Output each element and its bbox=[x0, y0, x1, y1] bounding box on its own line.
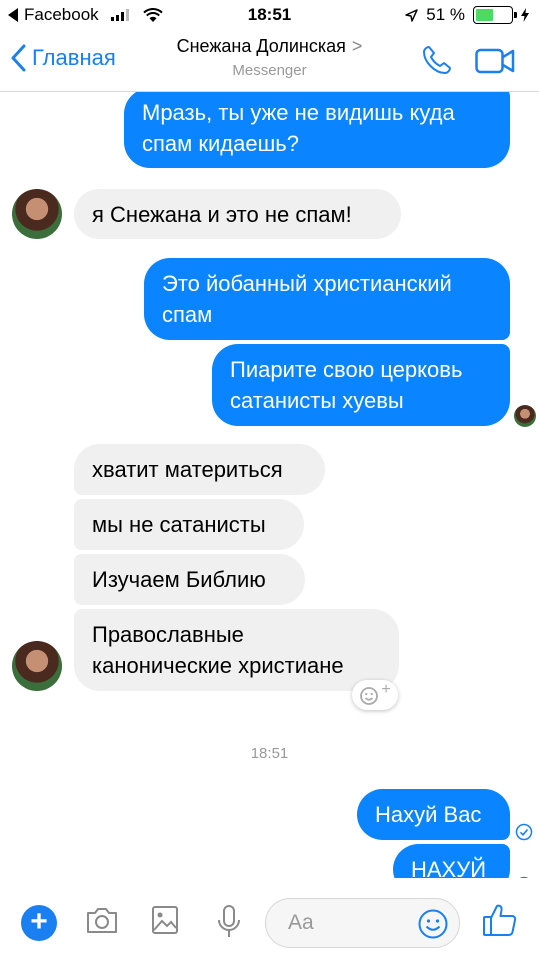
chevron-right-icon: > bbox=[351, 36, 363, 56]
message-line: Мразь, ты уже не видишь куда bbox=[142, 100, 455, 125]
message-incoming[interactable]: Изучаем Библию bbox=[74, 554, 305, 605]
message-line: Нахуй Вас bbox=[375, 802, 482, 827]
message-line: хватит материться bbox=[92, 457, 283, 482]
conversation-timestamp: 18:51 bbox=[250, 745, 289, 762]
add-reaction-icon bbox=[360, 687, 379, 705]
message-outgoing[interactable]: Мразь, ты уже не видишь куда спам кидаеш… bbox=[124, 92, 510, 168]
emoji-icon[interactable] bbox=[417, 908, 449, 940]
add-reaction-plus: + bbox=[381, 681, 391, 698]
message-line: Изучаем Библию bbox=[92, 567, 266, 592]
message-line: Это йобанный христианский bbox=[162, 271, 452, 296]
location-arrow-icon bbox=[405, 8, 418, 22]
message-outgoing[interactable]: НАХУЙ bbox=[393, 844, 510, 878]
message-input[interactable]: Aa bbox=[265, 898, 460, 948]
message-line: НАХУЙ bbox=[411, 857, 487, 878]
contact-name-button[interactable]: Снежана Долинская > bbox=[0, 36, 539, 57]
message-incoming[interactable]: хватит материться bbox=[74, 444, 325, 495]
contact-avatar[interactable] bbox=[12, 189, 62, 239]
message-input-placeholder: Aa bbox=[288, 911, 314, 934]
status-bar: Facebook 18:51 51 % bbox=[0, 0, 539, 30]
message-line: Православные bbox=[92, 622, 244, 647]
message-outgoing[interactable]: Это йобанный христианский спам bbox=[144, 258, 510, 340]
contact-name[interactable]: Снежана Долинская bbox=[177, 36, 346, 56]
message-incoming[interactable]: Православные канонические христиане bbox=[74, 609, 399, 691]
plus-icon[interactable]: + bbox=[21, 905, 57, 941]
message-line: канонические христиане bbox=[92, 653, 344, 678]
message-outgoing[interactable]: Пиарите свою церковь сатанисты хуевы bbox=[212, 344, 510, 426]
video-camera-icon[interactable] bbox=[475, 48, 515, 74]
battery-percent: 51 % bbox=[426, 5, 465, 24]
conversation-header: Главная Снежана Долинская > Messenger bbox=[0, 30, 539, 92]
battery-icon bbox=[473, 6, 517, 24]
image-icon[interactable] bbox=[151, 905, 179, 935]
message-list[interactable]: Мразь, ты уже не видишь куда спам кидаеш… bbox=[0, 92, 539, 878]
message-line: я Снежана и это не спам! bbox=[92, 201, 352, 227]
status-right: 51 % bbox=[405, 5, 529, 25]
message-line: Пиарите свою церковь bbox=[230, 357, 463, 382]
battery-fill bbox=[476, 9, 494, 21]
camera-icon[interactable] bbox=[85, 905, 119, 935]
message-line: спам кидаешь? bbox=[142, 131, 299, 156]
message-incoming[interactable]: я Снежана и это не спам! bbox=[74, 189, 401, 239]
microphone-icon[interactable] bbox=[216, 904, 242, 940]
message-line: спам bbox=[162, 302, 213, 327]
phone-icon[interactable] bbox=[421, 44, 453, 76]
composer-bar: + Aa bbox=[0, 878, 539, 960]
message-incoming[interactable]: мы не сатанисты bbox=[74, 499, 304, 550]
message-line: мы не сатанисты bbox=[92, 512, 266, 537]
contact-avatar[interactable] bbox=[12, 641, 62, 691]
read-receipt-avatar bbox=[514, 405, 536, 427]
message-line: сатанисты хуевы bbox=[230, 388, 404, 413]
charging-bolt-icon bbox=[521, 8, 529, 22]
delivered-check-icon bbox=[515, 823, 533, 841]
add-reaction-button[interactable]: + bbox=[352, 680, 398, 710]
thumbs-up-icon[interactable] bbox=[482, 902, 518, 938]
header-subtitle: Messenger bbox=[232, 62, 307, 79]
message-outgoing[interactable]: Нахуй Вас bbox=[357, 789, 510, 840]
